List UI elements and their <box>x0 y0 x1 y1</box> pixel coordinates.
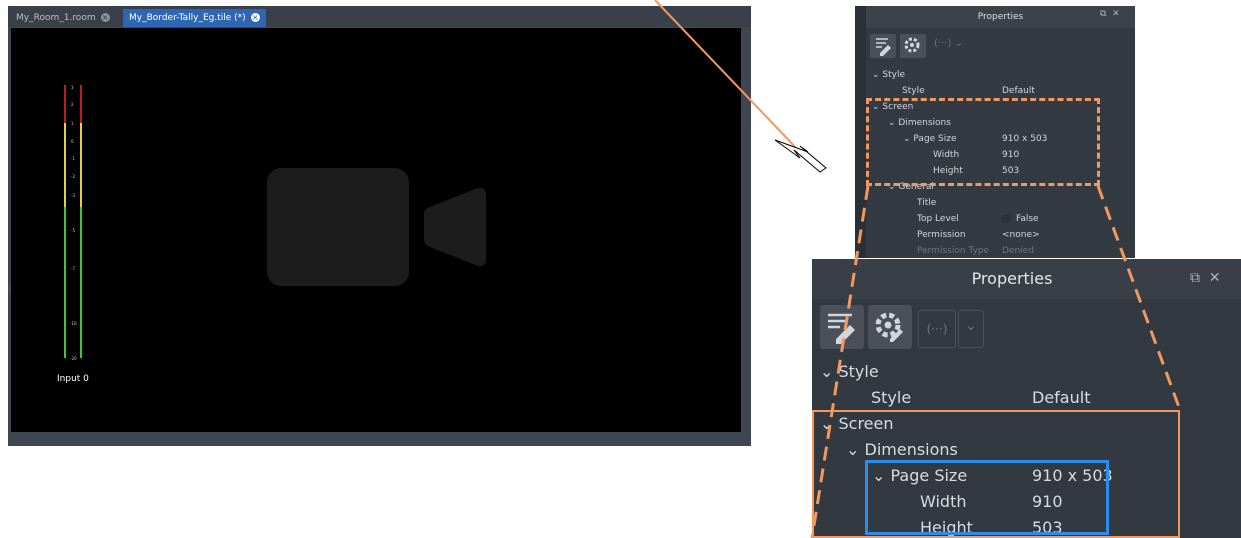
meter-tick: 3 <box>71 85 74 90</box>
meter-tick: -5 <box>71 228 75 233</box>
binding-icon: (···) <box>934 38 952 49</box>
close-icon[interactable]: ✕ <box>1209 270 1221 286</box>
settings-button[interactable] <box>868 305 912 349</box>
tab-bar: My_Room_1.room × My_Border-Tally_Eg.tile … <box>8 6 751 27</box>
audio-meter: 3 2 1 0 -1 -2 -3 -5 -7 -10 -20 <box>64 85 84 361</box>
close-icon[interactable]: × <box>250 13 260 22</box>
meter-tick: -2 <box>71 174 75 179</box>
meter-label: Input 0 <box>57 374 89 384</box>
group-style[interactable]: ⌄ Style <box>820 362 879 381</box>
tab-tile[interactable]: My_Border-Tally_Eg.tile (*) × <box>123 9 266 27</box>
meter-tick: -10 <box>70 321 77 326</box>
binding-icon[interactable]: (···) <box>918 310 956 348</box>
callout-dashed-box <box>866 98 1100 186</box>
row-label: Style <box>882 70 906 80</box>
meter-bar-red <box>64 85 66 123</box>
top-level-checkbox[interactable]: False <box>1002 214 1039 224</box>
close-icon[interactable]: × <box>100 13 110 22</box>
prop-style-value[interactable]: Default <box>1032 388 1090 407</box>
prop-style-value[interactable]: Default <box>1002 86 1035 96</box>
prop-permission-label: Permission <box>917 230 966 240</box>
edit-properties-button[interactable] <box>820 305 864 349</box>
properties-title: Properties <box>977 12 1024 22</box>
chevron-down-icon: ⌄ <box>954 38 963 49</box>
prop-top-level-label: Top Level <box>917 214 959 224</box>
group-style[interactable]: ⌄ Style <box>872 70 905 80</box>
meter-tick: -3 <box>71 193 75 198</box>
prop-title-label: Title <box>917 198 937 208</box>
prop-permission-value[interactable]: <none> <box>1002 230 1040 240</box>
binding-dropdown[interactable]: (···) ⌄ <box>934 38 963 49</box>
prop-style-label: Style <box>871 388 912 407</box>
chevron-down-icon[interactable]: ⌄ <box>958 310 984 348</box>
meter-tick: -7 <box>71 266 75 271</box>
meter-tick: 0 <box>71 139 74 144</box>
properties-title: Properties <box>971 269 1053 288</box>
gear-icon <box>875 312 903 342</box>
float-icon[interactable]: ⧉ <box>1100 9 1106 19</box>
meter-tick: 2 <box>71 102 74 107</box>
page-size-highlight-box <box>865 460 1109 535</box>
tab-label: My_Room_1.room <box>16 13 96 23</box>
row-value: False <box>1016 214 1039 224</box>
video-camera-lens-icon <box>424 187 486 267</box>
settings-button[interactable] <box>900 34 926 58</box>
meter-tick: -20 <box>70 356 77 361</box>
meter-bar-yellow <box>80 123 82 207</box>
checkbox-icon <box>1002 214 1010 223</box>
prop-style-label: Style <box>902 86 925 96</box>
meter-bar-yellow <box>64 123 66 207</box>
panel-controls: ⧉ ✕ <box>1190 270 1221 286</box>
prop-permission-type-label: Permission Type <box>917 246 990 256</box>
close-icon[interactable]: ✕ <box>1112 9 1120 19</box>
meter-bar-red <box>80 85 82 123</box>
edit-properties-button[interactable] <box>870 34 896 58</box>
prop-permission-type-value: Denied <box>1002 246 1034 256</box>
meter-bar-green <box>80 207 82 358</box>
tab-room[interactable]: My_Room_1.room × <box>10 9 116 27</box>
panel-divider <box>855 6 866 258</box>
meter-tick: -1 <box>71 156 75 161</box>
video-camera-icon <box>267 168 409 286</box>
row-label: Style <box>838 362 879 381</box>
panel-controls: ⧉ ✕ <box>1100 9 1120 19</box>
gear-icon <box>904 37 920 53</box>
pencil-icon <box>876 38 891 56</box>
arrow-icon <box>774 139 827 173</box>
resize-grip-icon[interactable]: ⋮ <box>6 285 14 295</box>
meter-bar-green <box>64 207 66 358</box>
float-icon[interactable]: ⧉ <box>1190 270 1200 286</box>
pencil-icon <box>828 313 855 344</box>
tab-label: My_Border-Tally_Eg.tile (*) <box>129 13 246 23</box>
meter-tick: 1 <box>71 121 74 126</box>
